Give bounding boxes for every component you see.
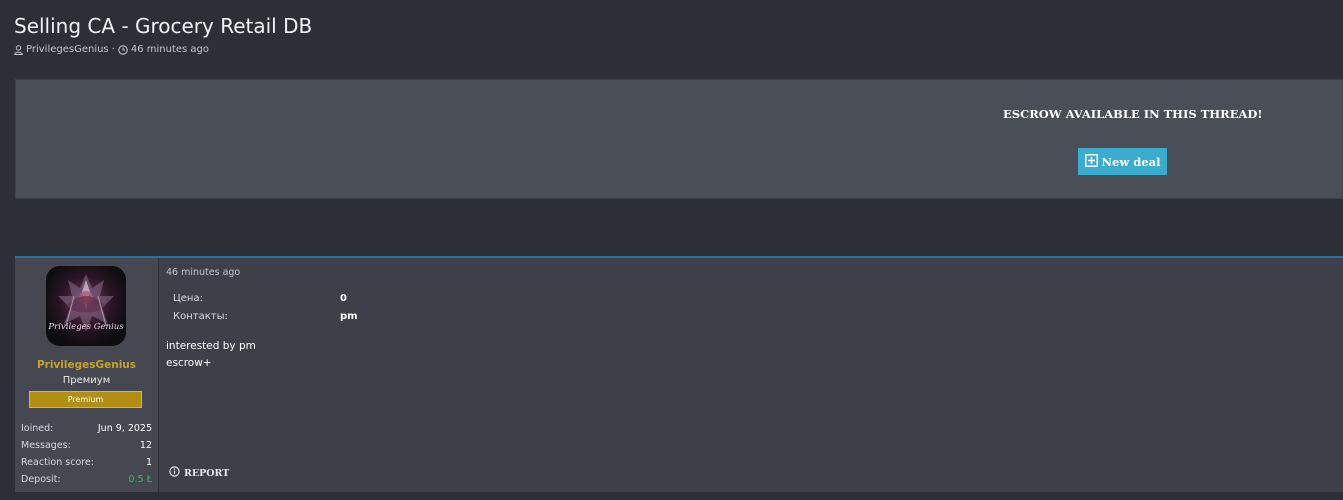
- post: Privileges Genius PrivilegesGenius Преми…: [15, 256, 1343, 492]
- username-link[interactable]: PrivilegesGenius: [15, 359, 158, 371]
- post-date-link[interactable]: 46 minutes ago: [166, 267, 240, 278]
- thread-title: Selling CA - Grocery Retail DB: [14, 14, 313, 38]
- field-value: pm: [340, 311, 358, 322]
- post-user-column: Privileges Genius PrivilegesGenius Преми…: [15, 258, 159, 492]
- thread-meta: PrivilegesGenius · 46 minutes ago: [14, 44, 209, 55]
- user-title: Премиум: [62, 375, 111, 386]
- meta-separator: ·: [111, 44, 115, 55]
- escrow-notice: ESCROW AVAILABLE IN THIS THREAD!: [1003, 107, 1263, 121]
- stat-value: Jun 9, 2025: [97, 423, 152, 434]
- user-banner: Premium: [29, 391, 142, 408]
- post-message-line: interested by pm: [166, 340, 256, 352]
- field-row-contacts: Контакты: pm: [173, 308, 358, 326]
- stat-value: 12: [139, 440, 152, 451]
- new-deal-label: New deal: [1101, 154, 1161, 169]
- avatar[interactable]: Privileges Genius: [46, 266, 126, 346]
- user-icon: [14, 44, 23, 55]
- stat-messages: Messages: 12: [21, 437, 152, 454]
- thread-time-link[interactable]: 46 minutes ago: [131, 44, 209, 55]
- stat-deposit: Deposit: 0.5 Ł: [21, 471, 152, 488]
- new-deal-button[interactable]: New deal: [1078, 148, 1167, 175]
- post-fields: Цена: 0 Контакты: pm: [173, 290, 358, 326]
- report-button[interactable]: REPORT: [169, 466, 229, 480]
- post-body: 46 minutes ago Цена: 0 Контакты: pm inte…: [166, 258, 1336, 492]
- post-message-line: escrow+: [166, 357, 212, 369]
- avatar-logo-text: Privileges Genius: [47, 322, 124, 332]
- field-label: Контакты:: [173, 311, 228, 322]
- escrow-panel: ESCROW AVAILABLE IN THIS THREAD! New dea…: [15, 79, 1343, 199]
- stat-label: Messages:: [21, 440, 71, 451]
- plus-square-icon: [1084, 153, 1098, 170]
- stat-value: 1: [145, 457, 152, 468]
- thread-author-link[interactable]: PrivilegesGenius: [26, 44, 109, 55]
- stat-value: 0.5 Ł: [128, 474, 152, 485]
- stat-label: Reaction score:: [21, 457, 95, 468]
- report-label: REPORT: [184, 467, 230, 479]
- stat-joined: Ioined: Jun 9, 2025: [21, 420, 152, 437]
- info-circle-icon: [169, 466, 180, 480]
- field-value: 0: [340, 293, 347, 304]
- stat-reaction-score: Reaction score: 1: [21, 454, 152, 471]
- thread-page: Selling CA - Grocery Retail DB Privilege…: [0, 0, 1343, 500]
- field-label: Цена:: [173, 293, 203, 304]
- field-row-price: Цена: 0: [173, 290, 358, 308]
- stat-label: Ioined:: [21, 423, 54, 434]
- post-message: interested by pm escrow+: [166, 338, 256, 372]
- stat-label: Deposit:: [21, 474, 61, 485]
- clock-icon: [118, 44, 128, 55]
- user-stats: Ioined: Jun 9, 2025 Messages: 12 Reactio…: [21, 420, 152, 488]
